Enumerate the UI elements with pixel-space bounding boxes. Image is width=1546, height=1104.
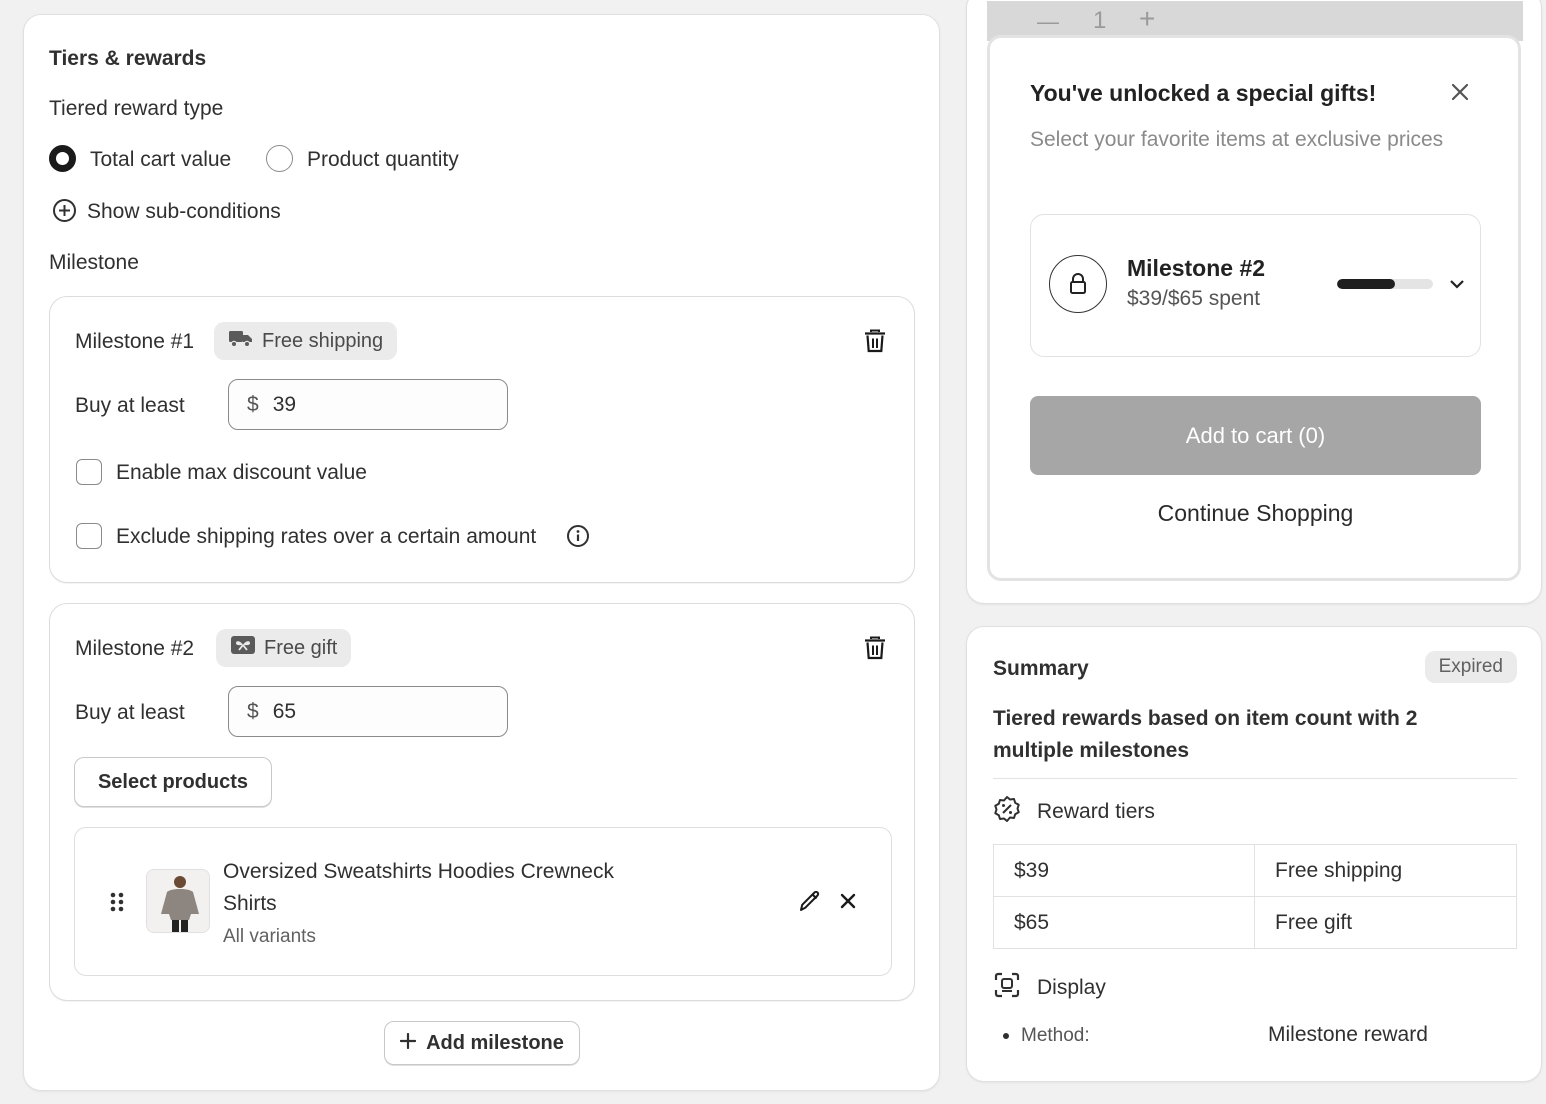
plus-icon[interactable]: + — [1139, 3, 1155, 35]
bullet — [1003, 1033, 1009, 1039]
radio-total-cart-value[interactable] — [49, 145, 76, 172]
tiers-rewards-card: Tiers & rewards Tiered reward type Total… — [23, 14, 940, 1091]
exclude-shipping-label[interactable]: Exclude shipping rates over a certain am… — [116, 525, 536, 549]
display-label: Display — [1037, 976, 1106, 999]
popup-preview-card: — 1 + You've unlocked a special gifts! S… — [966, 0, 1542, 604]
show-sub-conditions-link[interactable]: Show sub-conditions — [87, 200, 281, 224]
exclude-shipping-checkbox[interactable] — [76, 523, 102, 549]
lock-icon — [1049, 255, 1107, 313]
reward-tiers-table: $39 Free shipping $65 Free gift — [993, 844, 1517, 949]
info-icon[interactable] — [566, 524, 590, 548]
plus-circle-icon[interactable] — [52, 198, 77, 223]
milestone-2-title: Milestone #2 — [75, 637, 195, 660]
tier-amount: $39 — [993, 844, 1255, 897]
quantity-value: 1 — [1093, 7, 1107, 34]
divider — [993, 778, 1517, 779]
milestone-2-badge: Free gift — [216, 629, 352, 667]
method-item: Method: — [1003, 1025, 1090, 1047]
display-header: Display — [993, 971, 1106, 1005]
option-product-quantity[interactable]: Product quantity — [307, 148, 459, 172]
continue-shopping-link[interactable]: Continue Shopping — [1030, 500, 1481, 527]
select-products-button[interactable]: Select products — [74, 757, 272, 807]
reward-tiers-header: Reward tiers — [993, 795, 1155, 829]
product-thumbnail — [146, 869, 210, 933]
drag-handle-icon[interactable] — [109, 891, 125, 918]
badge-label: Free shipping — [262, 329, 384, 352]
add-milestone-label: Add milestone — [426, 1031, 564, 1054]
card-title: Tiers & rewards — [49, 47, 207, 70]
truck-icon — [228, 328, 254, 354]
max-discount-label[interactable]: Enable max discount value — [116, 461, 367, 485]
method-value: Milestone reward — [1268, 1023, 1428, 1046]
close-icon[interactable] — [1451, 83, 1469, 106]
table-row: $39 Free shipping — [993, 844, 1517, 897]
milestone-progress-bar — [1337, 279, 1433, 289]
plus-icon — [399, 1032, 417, 1055]
remove-product-close-icon[interactable] — [839, 892, 857, 915]
display-icon — [993, 971, 1021, 1005]
summary-card: Summary Expired Tiered rewards based on … — [966, 626, 1542, 1082]
add-to-cart-button[interactable]: Add to cart (0) — [1030, 396, 1481, 475]
chevron-down-icon[interactable] — [1449, 277, 1465, 295]
product-variants: All variants — [223, 926, 316, 947]
add-milestone-button[interactable]: Add milestone — [384, 1021, 580, 1065]
max-discount-checkbox[interactable] — [76, 459, 102, 485]
milestone-1-badge: Free shipping — [214, 322, 398, 360]
amount-value: 39 — [272, 392, 297, 416]
reward-tiers-label: Reward tiers — [1037, 800, 1155, 823]
milestone-1-card: Milestone #1 Free shipping Buy at least … — [49, 296, 915, 583]
tier-amount: $65 — [993, 896, 1255, 949]
tier-reward: Free gift — [1254, 896, 1517, 949]
popup-title: You've unlocked a special gifts! — [1030, 80, 1377, 106]
buy-at-least-label: Buy at least — [75, 701, 185, 724]
method-label: Method: — [1021, 1025, 1090, 1046]
currency-prefix: $ — [247, 392, 259, 416]
summary-description: Tiered rewards based on item count with … — [993, 707, 1418, 762]
delete-milestone-2-trash-icon[interactable] — [862, 635, 888, 661]
milestone-heading: Milestone — [49, 251, 139, 274]
option-total-cart-value[interactable]: Total cart value — [90, 148, 231, 172]
badge-percent-icon — [993, 795, 1021, 829]
summary-title: Summary — [993, 657, 1089, 680]
tier-reward: Free shipping — [1254, 844, 1517, 897]
badge-label: Free gift — [264, 636, 338, 659]
milestone-2-card: Milestone #2 Free gift Buy at least $ 65… — [49, 603, 915, 1001]
edit-pencil-icon[interactable] — [798, 889, 822, 918]
gift-popup: You've unlocked a special gifts! Select … — [987, 35, 1521, 581]
milestone-progress-box[interactable]: Milestone #2 $39/$65 spent — [1030, 214, 1481, 357]
progress-fill — [1337, 279, 1395, 289]
table-row: $65 Free gift — [993, 896, 1517, 949]
radio-product-quantity[interactable] — [266, 145, 293, 172]
amount-value: 65 — [272, 699, 297, 723]
reward-type-label: Tiered reward type — [49, 97, 224, 120]
popup-subtitle: Select your favorite items at exclusive … — [1030, 128, 1444, 151]
product-name: Oversized Sweatshirts Hoodies Crewneck S… — [223, 860, 614, 915]
status-badge: Expired — [1424, 651, 1517, 683]
product-row: Oversized Sweatshirts Hoodies Crewneck S… — [74, 827, 892, 976]
delete-milestone-1-trash-icon[interactable] — [862, 328, 888, 354]
milestone-1-title: Milestone #1 — [75, 330, 195, 353]
milestone-1-amount-input[interactable]: $ 39 — [228, 379, 508, 430]
milestone-spent: $39/$65 spent — [1127, 287, 1261, 310]
gift-icon — [230, 634, 256, 662]
milestone-2-amount-input[interactable]: $ 65 — [228, 686, 508, 737]
minus-icon[interactable]: — — [1037, 9, 1059, 35]
buy-at-least-label: Buy at least — [75, 394, 185, 417]
milestone-name: Milestone #2 — [1127, 255, 1266, 281]
currency-prefix: $ — [247, 699, 259, 723]
